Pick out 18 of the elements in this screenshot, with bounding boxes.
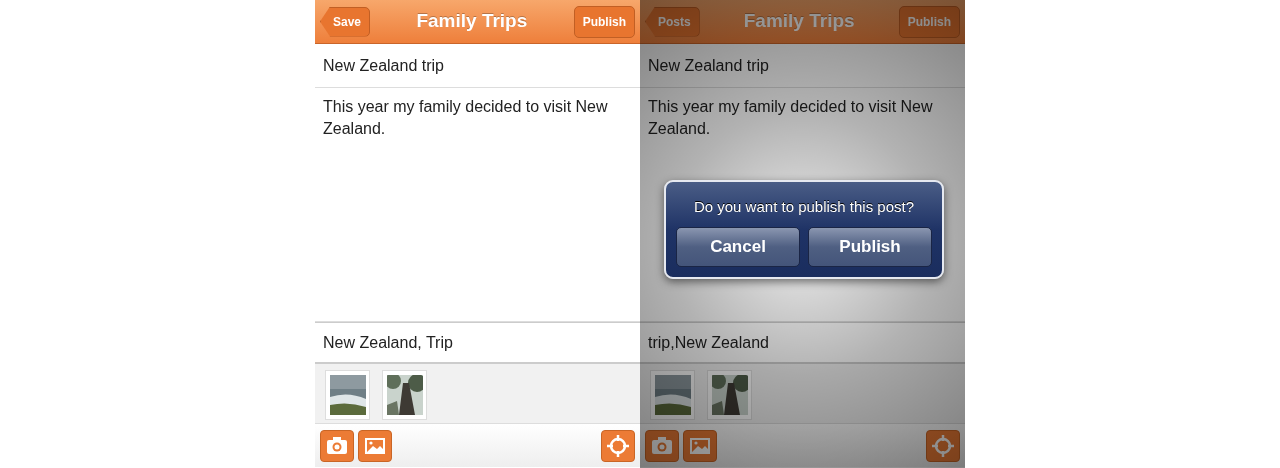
- photo-thumbnail[interactable]: [325, 370, 370, 420]
- gallery-button[interactable]: [683, 429, 717, 462]
- location-button[interactable]: [601, 429, 635, 462]
- crosshair-icon: [931, 433, 955, 458]
- nav-title: Family Trips: [743, 9, 855, 34]
- nav-title: Family Trips: [416, 9, 528, 34]
- confirm-button[interactable]: Publish: [808, 226, 932, 267]
- camera-button[interactable]: [320, 429, 354, 462]
- post-title-field[interactable]: New Zealand trip: [640, 44, 965, 88]
- photo-thumbnail[interactable]: [707, 370, 752, 420]
- gallery-button[interactable]: [358, 429, 392, 462]
- photo-thumbnail[interactable]: [382, 370, 427, 420]
- location-button[interactable]: [926, 429, 960, 462]
- crosshair-icon: [606, 433, 630, 458]
- camera-button[interactable]: [645, 429, 679, 462]
- photo-thumbnail[interactable]: [650, 370, 695, 420]
- alert-message: Do you want to publish this post?: [692, 197, 916, 217]
- cancel-button[interactable]: Cancel: [676, 226, 800, 267]
